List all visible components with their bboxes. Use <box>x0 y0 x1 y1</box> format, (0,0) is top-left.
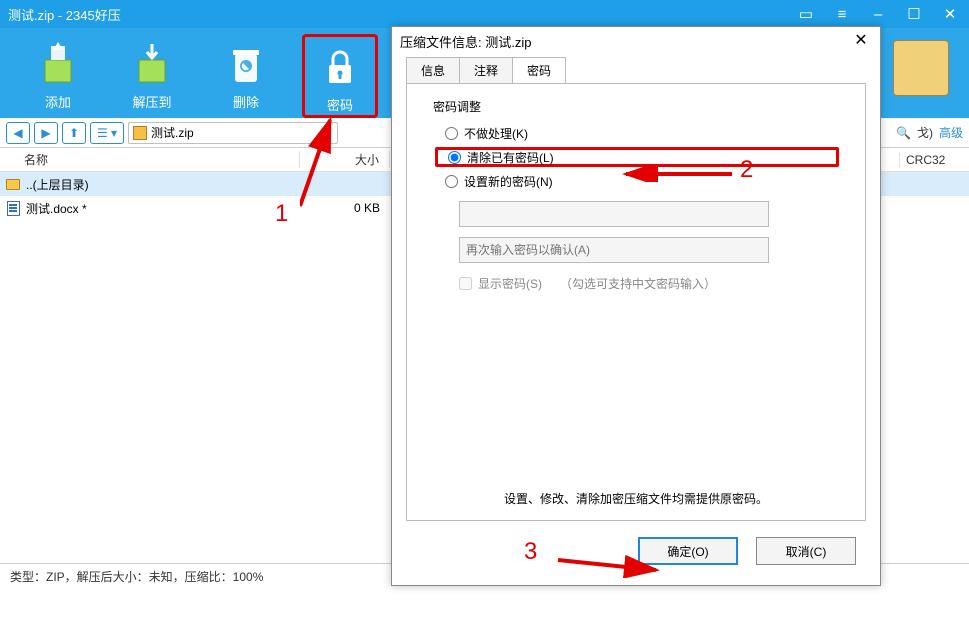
status-left: 类型：ZIP，解压后大小：未知，压缩比：100% <box>10 568 263 585</box>
toolbar-add-label: 添加 <box>45 92 71 111</box>
toolbar-extract-label: 解压到 <box>132 92 171 111</box>
archive-info-dialog: 压缩文件信息: 测试.zip ✕ 信息 注释 密码 密码调整 不做处理(K) 清… <box>391 26 881 586</box>
nav-back-button[interactable]: ◀ <box>6 122 30 144</box>
archive-icon <box>133 126 147 140</box>
radio-clear-label: 清除已有密码(L) <box>467 149 554 166</box>
trash-icon <box>221 38 271 88</box>
window-title: 测试.zip - 2345好压 <box>8 5 121 24</box>
app-logo-icon <box>893 40 949 96</box>
toolbar-add-button[interactable]: 添加 <box>20 34 96 118</box>
file-name: 测试.docx * <box>26 200 300 217</box>
password-field <box>459 201 769 227</box>
password-confirm-field <box>459 237 769 263</box>
add-icon <box>33 38 83 88</box>
nav-advanced-link[interactable]: 高级 <box>939 124 963 141</box>
titlebar: 测试.zip - 2345好压 ▭ ≡ – ☐ ✕ <box>0 0 969 28</box>
toolbar-extract-button[interactable]: 解压到 <box>114 34 190 118</box>
toolbar-password-label: 密码 <box>327 95 353 114</box>
radio-none-input[interactable] <box>445 127 458 140</box>
nav-forward-button[interactable]: ▶ <box>34 122 58 144</box>
radio-none-label: 不做处理(K) <box>464 125 528 142</box>
radio-set-input[interactable] <box>445 175 458 188</box>
dialog-tabs: 信息 注释 密码 <box>406 57 866 83</box>
toolbar-delete-button[interactable]: 删除 <box>208 34 284 118</box>
tab-panel: 密码调整 不做处理(K) 清除已有密码(L) 设置新的密码(N) 显示密码(S)… <box>406 83 866 521</box>
radio-set-label: 设置新的密码(N) <box>464 173 553 190</box>
search-icon[interactable]: 🔍 <box>896 126 911 140</box>
address-bar[interactable]: 测试.zip <box>128 122 338 144</box>
minimize-button[interactable]: – <box>867 3 889 25</box>
tab-comment[interactable]: 注释 <box>459 57 513 83</box>
extract-icon <box>127 38 177 88</box>
dialog-title: 压缩文件信息: 测试.zip <box>400 32 531 51</box>
dialog-close-button[interactable]: ✕ <box>850 30 872 52</box>
close-button[interactable]: ✕ <box>939 3 961 25</box>
folder-icon <box>4 176 22 192</box>
chat-icon[interactable]: ▭ <box>795 3 817 25</box>
nav-up-button[interactable]: ⬆ <box>62 122 86 144</box>
col-size[interactable]: 大小 <box>300 151 390 168</box>
show-password-checkbox <box>459 277 472 290</box>
menu-icon[interactable]: ≡ <box>831 3 853 25</box>
toolbar-delete-label: 删除 <box>233 92 259 111</box>
show-password-label: 显示密码(S) <box>478 275 542 292</box>
ok-button[interactable]: 确定(O) <box>638 537 738 565</box>
radio-none[interactable]: 不做处理(K) <box>445 123 839 143</box>
radio-set[interactable]: 设置新的密码(N) <box>445 171 839 191</box>
lock-icon <box>315 41 365 91</box>
col-name[interactable]: 名称 <box>0 151 300 168</box>
tab-info[interactable]: 信息 <box>406 57 460 83</box>
document-icon <box>4 200 22 216</box>
tab-password[interactable]: 密码 <box>512 57 566 83</box>
window-controls: ▭ ≡ – ☐ ✕ <box>795 3 961 25</box>
dialog-actions: 确定(O) 取消(C) <box>638 537 856 565</box>
maximize-button[interactable]: ☐ <box>903 3 925 25</box>
col-crc[interactable]: CRC32 <box>899 153 969 167</box>
cancel-button[interactable]: 取消(C) <box>756 537 856 565</box>
radio-clear[interactable]: 清除已有密码(L) <box>435 147 839 167</box>
dialog-titlebar: 压缩文件信息: 测试.zip ✕ <box>392 27 880 55</box>
toolbar-password-button[interactable]: 密码 <box>302 34 378 118</box>
nav-right-text: 戈) <box>917 124 933 141</box>
show-password-hint: （勾选可支持中文密码输入） <box>560 275 716 292</box>
dialog-footnote: 设置、修改、清除加密压缩文件均需提供原密码。 <box>392 490 880 507</box>
nav-view-button[interactable]: ☰ ▾ <box>90 122 124 144</box>
group-title: 密码调整 <box>433 98 839 115</box>
file-name: ..(上层目录) <box>26 176 300 193</box>
nav-right: 🔍 戈) 高级 <box>896 124 963 141</box>
file-size: 0 KB <box>300 201 390 215</box>
address-text: 测试.zip <box>151 124 194 141</box>
radio-clear-input[interactable] <box>448 151 461 164</box>
show-password-row: 显示密码(S) （勾选可支持中文密码输入） <box>459 275 839 292</box>
